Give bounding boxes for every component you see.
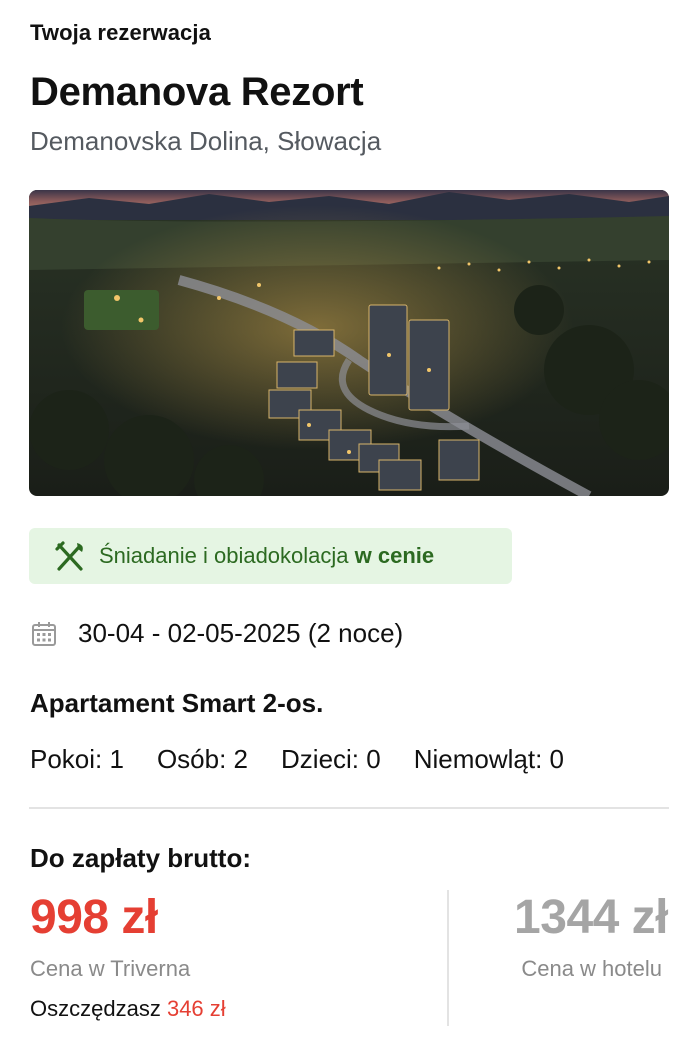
savings-amount: 346 zł (166, 996, 226, 1021)
divider (29, 807, 669, 809)
fork-knife-icon (53, 539, 87, 573)
room-name: Apartament Smart 2-os. (30, 688, 324, 718)
hotel-location: Demanovska Dolina, Słowacja (30, 126, 382, 156)
hotel-photo (29, 190, 669, 496)
hotel-price: 1344 zł (514, 891, 668, 944)
count-infants: Niemowląt: 0 (413, 744, 564, 774)
hotel-price-label: Cena w hotelu (521, 956, 662, 981)
savings-text: Oszczędzasz 346 zł (30, 996, 226, 1022)
payment-label: Do zapłaty brutto: (30, 843, 251, 873)
count-rooms: Pokoi: 1 (30, 744, 124, 774)
meal-text: Śniadanie i obiadokolacja w cenie (99, 543, 434, 569)
meal-badge: Śniadanie i obiadokolacja w cenie (29, 528, 512, 584)
our-price: 998 zł (30, 891, 158, 944)
our-price-label: Cena w Triverna (30, 956, 191, 981)
meal-description: Śniadanie i obiadokolacja (99, 543, 349, 568)
dates-row: 30-04 - 02-05-2025 (2 noce) (30, 618, 403, 649)
section-label: Twoja rezerwacja (30, 20, 211, 45)
stay-dates: 30-04 - 02-05-2025 (2 noce) (78, 618, 404, 648)
price-separator (447, 890, 449, 1026)
count-persons: Osób: 2 (156, 744, 249, 774)
hotel-name: Demanova Rezort (30, 70, 364, 114)
savings-prefix: Oszczędzasz (30, 996, 161, 1021)
calendar-icon (30, 620, 58, 648)
guest-counts: Pokoi: 1 Osób: 2 Dzieci: 0 Niemowląt: 0 (30, 744, 597, 775)
meal-included-label: w cenie (354, 543, 435, 568)
count-children: Dzieci: 0 (281, 744, 381, 774)
